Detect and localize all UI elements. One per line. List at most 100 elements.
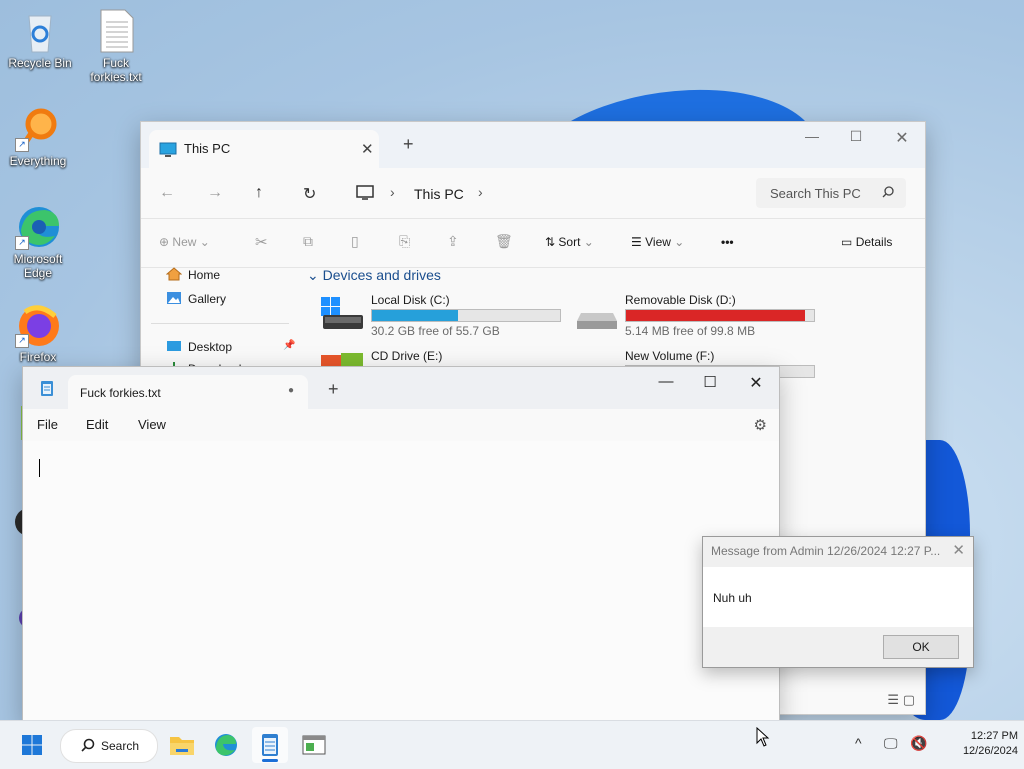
chevron-right-icon[interactable]: › bbox=[478, 184, 483, 200]
taskbar-app[interactable] bbox=[296, 727, 332, 763]
maximize-button[interactable]: ☐ bbox=[833, 128, 879, 145]
refresh-icon[interactable]: ↻ bbox=[303, 184, 316, 204]
removable-drive-icon bbox=[575, 297, 619, 333]
details-button[interactable]: ▭ Details bbox=[841, 235, 892, 249]
search-placeholder: Search This PC bbox=[770, 186, 861, 201]
drive-usage-fill bbox=[372, 310, 459, 321]
desktop-icon-edge[interactable]: ↗ Microsoft Edge bbox=[0, 204, 76, 280]
close-window-button[interactable]: ✕ bbox=[733, 373, 779, 393]
unsaved-indicator[interactable]: ● bbox=[288, 385, 294, 396]
explorer-tab-title: This PC bbox=[184, 141, 231, 156]
view-icon: ☰ bbox=[631, 235, 642, 249]
address-bar[interactable]: › This PC › bbox=[346, 178, 746, 208]
drive-name: Removable Disk (D:) bbox=[625, 293, 736, 307]
new-tab-button[interactable]: + bbox=[403, 134, 414, 155]
desktop-icon-label: Everything bbox=[9, 154, 67, 168]
more-options-button[interactable]: ••• bbox=[721, 235, 734, 249]
notepad-text-area[interactable] bbox=[23, 441, 779, 721]
gallery-icon bbox=[166, 291, 182, 305]
taskbar-edge[interactable] bbox=[208, 727, 244, 763]
desktop-icon-recycle-bin[interactable]: Recycle Bin bbox=[2, 8, 78, 70]
volume-muted-icon[interactable]: 🔇 bbox=[910, 735, 927, 752]
taskbar-search[interactable]: Search bbox=[60, 729, 158, 763]
details-label: Details bbox=[855, 235, 893, 249]
notepad-tab-title: Fuck forkies.txt bbox=[80, 386, 161, 400]
drive-usage-bar bbox=[625, 309, 815, 322]
view-button[interactable]: ☰ View ⌄ bbox=[631, 235, 684, 249]
forward-arrow-icon[interactable]: → bbox=[207, 184, 223, 202]
details-view-icon[interactable]: ☰ bbox=[887, 692, 899, 707]
maximize-button[interactable]: ☐ bbox=[687, 373, 733, 391]
chevron-right-icon[interactable]: › bbox=[390, 184, 395, 200]
paste-icon[interactable]: ▯ bbox=[351, 233, 359, 250]
chevron-down-icon: ⌄ bbox=[307, 267, 319, 283]
menu-view[interactable]: View bbox=[138, 417, 166, 432]
desktop-icon-label: Recycle Bin bbox=[8, 56, 72, 70]
sidebar-divider bbox=[151, 323, 289, 324]
desktop-icon-everything[interactable]: ↗ Everything bbox=[0, 106, 76, 168]
everything-search-icon: ↗ bbox=[15, 106, 61, 152]
share-icon[interactable]: ⇪ bbox=[447, 233, 459, 250]
sidebar-item-desktop[interactable]: Desktop bbox=[166, 339, 232, 354]
settings-gear-icon[interactable]: ⚙ bbox=[754, 416, 767, 434]
minimize-button[interactable]: — bbox=[789, 128, 835, 144]
drive-usage-bar bbox=[371, 309, 561, 322]
this-pc-icon bbox=[159, 142, 177, 158]
menu-file[interactable]: File bbox=[37, 417, 58, 432]
edge-icon: ↗ bbox=[15, 204, 61, 250]
cut-icon[interactable]: ✂ bbox=[255, 233, 268, 251]
desktop-icon-label: Fuck forkies.txt bbox=[90, 56, 142, 84]
notepad-tab[interactable]: Fuck forkies.txt ● bbox=[68, 375, 308, 409]
dialog-body: Nuh uh bbox=[703, 567, 973, 627]
text-file-icon bbox=[93, 8, 139, 54]
close-icon[interactable]: ✕ bbox=[952, 541, 965, 559]
view-label: View bbox=[645, 235, 671, 249]
sidebar-item-label: Desktop bbox=[188, 340, 233, 354]
desktop-icon-firefox[interactable]: ↗ Firefox bbox=[0, 302, 76, 364]
firefox-icon: ↗ bbox=[15, 302, 61, 348]
chevron-down-icon: ⌄ bbox=[583, 235, 594, 249]
sort-label: Sort bbox=[558, 235, 581, 249]
sidebar-item-gallery[interactable]: Gallery bbox=[166, 291, 226, 306]
back-arrow-icon[interactable]: ← bbox=[159, 184, 175, 202]
desktop-icon-text-file[interactable]: Fuck forkies.txt bbox=[78, 8, 154, 84]
monitor-icon bbox=[356, 185, 374, 201]
explorer-tab[interactable]: This PC ✕ bbox=[149, 130, 379, 168]
menu-edit[interactable]: Edit bbox=[86, 417, 108, 432]
search-box[interactable]: Search This PC bbox=[756, 178, 906, 208]
up-arrow-icon[interactable]: ↑ bbox=[255, 184, 263, 202]
minimize-button[interactable]: — bbox=[643, 373, 689, 390]
delete-icon[interactable]: 🗑 bbox=[495, 233, 513, 250]
pin-icon[interactable]: 📌 bbox=[283, 340, 295, 351]
chevron-down-icon: ⌄ bbox=[199, 235, 210, 249]
breadcrumb-this-pc[interactable]: This PC bbox=[414, 186, 464, 202]
ok-button[interactable]: OK bbox=[883, 635, 959, 659]
taskbar-file-explorer[interactable] bbox=[164, 727, 200, 763]
new-button[interactable]: ⊕ New ⌄ bbox=[159, 235, 210, 249]
windows-logo-icon bbox=[22, 735, 42, 755]
tiles-view-icon[interactable]: ▢ bbox=[903, 692, 915, 707]
drive-removable-disk-d[interactable]: Removable Disk (D:) 5.14 MB free of 99.8… bbox=[575, 293, 825, 341]
network-icon[interactable]: 🖵 bbox=[884, 735, 898, 752]
message-dialog: Message from Admin 12/26/2024 12:27 P...… bbox=[702, 536, 974, 668]
drive-free-space: 30.2 GB free of 55.7 GB bbox=[371, 324, 500, 338]
drive-local-disk-c[interactable]: Local Disk (C:) 30.2 GB free of 55.7 GB bbox=[321, 293, 571, 341]
sort-button[interactable]: ⇅ Sort ⌄ bbox=[545, 235, 594, 249]
drive-free-space: 5.14 MB free of 99.8 MB bbox=[625, 324, 756, 338]
app-window-icon bbox=[302, 735, 326, 755]
new-tab-button[interactable]: + bbox=[328, 379, 339, 400]
taskbar-notepad[interactable] bbox=[252, 727, 288, 763]
sidebar-item-home[interactable]: Home bbox=[166, 267, 220, 282]
rename-icon[interactable]: ⎘ bbox=[399, 233, 410, 250]
active-app-indicator bbox=[262, 759, 278, 762]
devices-and-drives-header[interactable]: ⌄ Devices and drives bbox=[307, 267, 441, 284]
start-button[interactable] bbox=[14, 727, 50, 763]
show-hidden-icons-chevron-icon[interactable]: ^ bbox=[855, 735, 862, 751]
close-tab-icon[interactable]: ✕ bbox=[361, 140, 374, 158]
close-window-button[interactable]: ✕ bbox=[879, 128, 925, 148]
system-clock[interactable]: 12:27 PM 12/26/2024 bbox=[932, 729, 1024, 759]
shortcut-arrow-icon: ↗ bbox=[15, 138, 29, 152]
notepad-tab-bar: Fuck forkies.txt ● + — ☐ ✕ bbox=[23, 367, 779, 409]
copy-icon[interactable]: ⧉ bbox=[303, 233, 313, 250]
sort-icon: ⇅ bbox=[545, 235, 556, 249]
